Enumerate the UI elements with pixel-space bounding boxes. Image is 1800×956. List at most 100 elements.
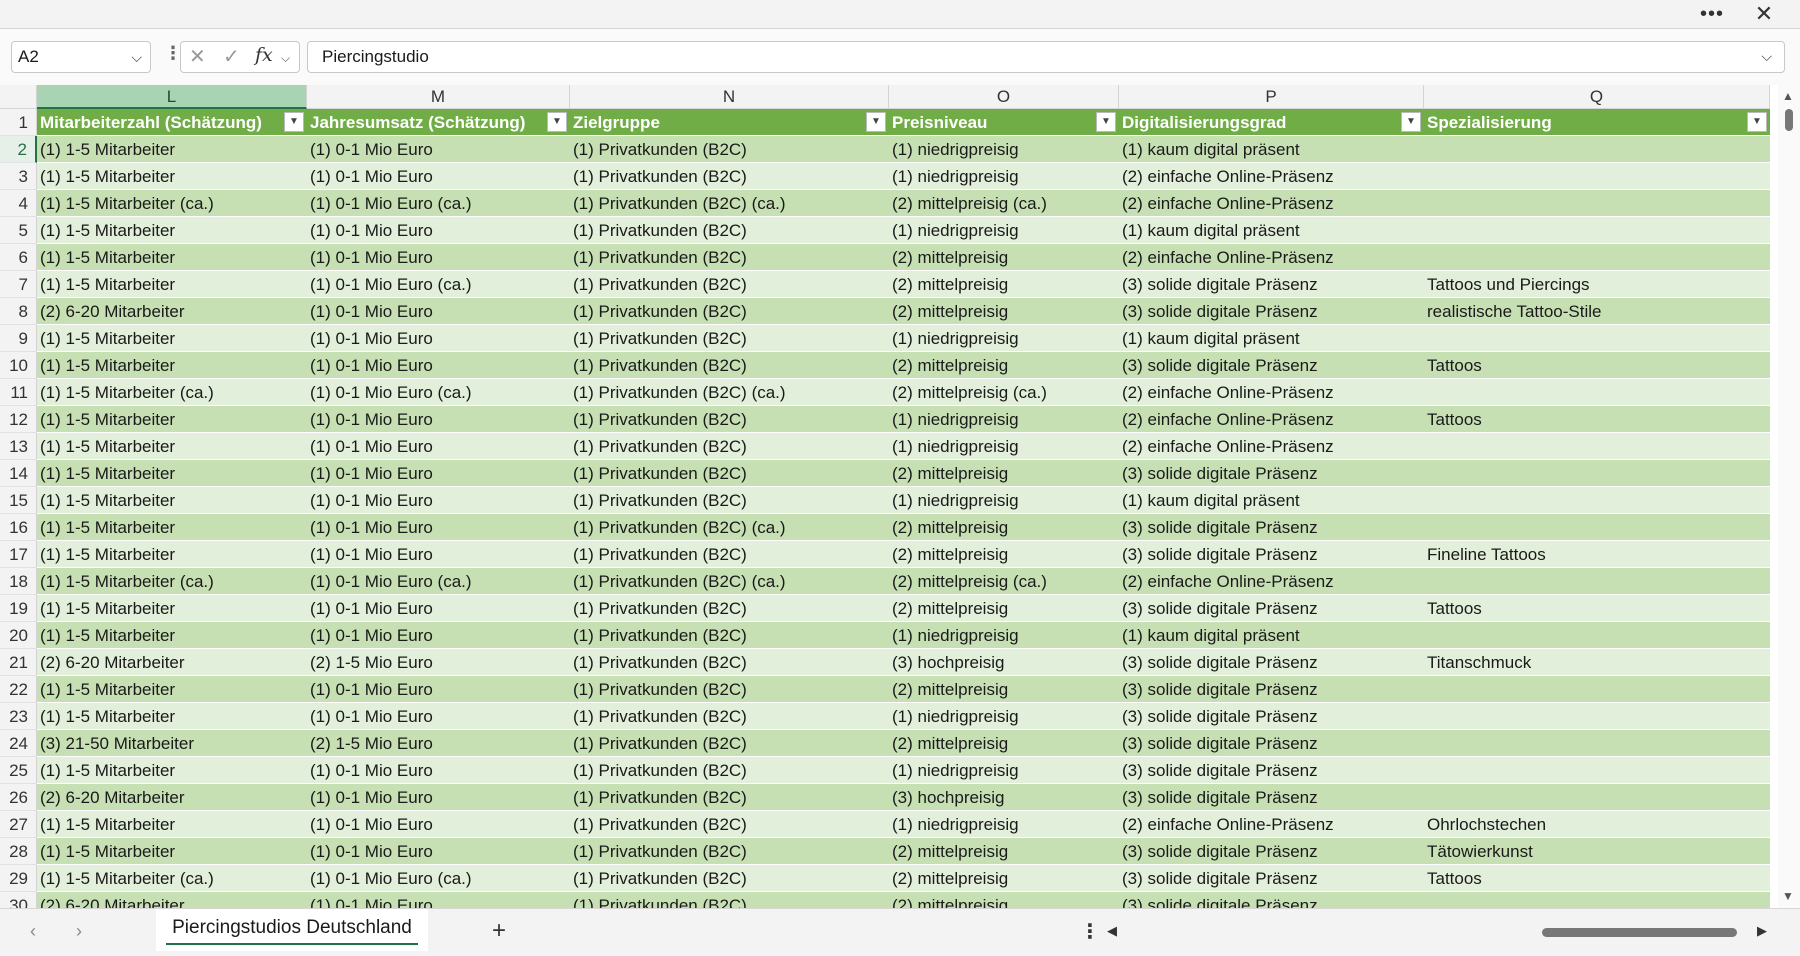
table-cell[interactable]: (1) niedrigpreisig bbox=[889, 163, 1119, 190]
table-cell[interactable] bbox=[1424, 622, 1770, 649]
scroll-left-icon[interactable]: ◀ bbox=[1107, 923, 1117, 939]
table-cell[interactable]: (1) 0-1 Mio Euro (ca.) bbox=[307, 568, 570, 595]
table-cell[interactable]: (1) 0-1 Mio Euro bbox=[307, 406, 570, 433]
table-cell[interactable]: (2) einfache Online-Präsenz bbox=[1119, 244, 1424, 271]
row-number[interactable]: 9 bbox=[0, 325, 37, 352]
table-cell[interactable]: (3) solide digitale Präsenz bbox=[1119, 892, 1424, 908]
row-number[interactable]: 21 bbox=[0, 649, 37, 676]
table-cell[interactable]: (2) mittelpreisig bbox=[889, 676, 1119, 703]
table-cell[interactable] bbox=[1424, 676, 1770, 703]
table-cell[interactable]: (1) niedrigpreisig bbox=[889, 811, 1119, 838]
table-cell[interactable]: Tattoos und Piercings bbox=[1424, 271, 1770, 298]
table-cell[interactable]: (3) solide digitale Präsenz bbox=[1119, 298, 1424, 325]
table-cell[interactable]: (2) 6-20 Mitarbeiter bbox=[37, 784, 307, 811]
table-header-cell[interactable]: Preisniveau bbox=[889, 109, 1095, 136]
table-cell[interactable]: Tattoos bbox=[1424, 865, 1770, 892]
table-cell[interactable]: (1) niedrigpreisig bbox=[889, 757, 1119, 784]
row-number[interactable]: 5 bbox=[0, 217, 37, 244]
row-number[interactable]: 1 bbox=[0, 109, 37, 136]
table-cell[interactable]: (2) mittelpreisig bbox=[889, 460, 1119, 487]
table-cell[interactable]: (1) 1-5 Mitarbeiter bbox=[37, 136, 307, 163]
table-cell[interactable]: (1) Privatkunden (B2C) bbox=[570, 271, 889, 298]
table-cell[interactable]: (1) Privatkunden (B2C) bbox=[570, 433, 889, 460]
scroll-down-icon[interactable]: ▼ bbox=[1782, 889, 1794, 903]
row-number[interactable]: 24 bbox=[0, 730, 37, 757]
table-cell[interactable]: (2) 6-20 Mitarbeiter bbox=[37, 298, 307, 325]
table-cell[interactable]: Fineline Tattoos bbox=[1424, 541, 1770, 568]
row-number[interactable]: 16 bbox=[0, 514, 37, 541]
table-cell[interactable]: (1) 0-1 Mio Euro bbox=[307, 838, 570, 865]
table-cell[interactable]: (1) 0-1 Mio Euro bbox=[307, 487, 570, 514]
table-cell[interactable]: (1) Privatkunden (B2C) bbox=[570, 163, 889, 190]
scroll-up-icon[interactable]: ▲ bbox=[1782, 89, 1794, 103]
table-cell[interactable] bbox=[1424, 568, 1770, 595]
filter-dropdown-icon[interactable]: ▼ bbox=[1096, 112, 1116, 132]
table-cell[interactable]: (1) Privatkunden (B2C) bbox=[570, 325, 889, 352]
table-cell[interactable]: (1) 1-5 Mitarbeiter bbox=[37, 838, 307, 865]
table-cell[interactable]: (1) niedrigpreisig bbox=[889, 622, 1119, 649]
column-header-m[interactable]: M bbox=[307, 85, 570, 109]
table-cell[interactable]: (1) Privatkunden (B2C) bbox=[570, 136, 889, 163]
row-number[interactable]: 28 bbox=[0, 838, 37, 865]
table-cell[interactable] bbox=[1424, 244, 1770, 271]
table-header-cell[interactable]: Spezialisierung bbox=[1424, 109, 1746, 136]
table-cell[interactable]: (2) mittelpreisig (ca.) bbox=[889, 379, 1119, 406]
table-cell[interactable]: (1) 0-1 Mio Euro bbox=[307, 676, 570, 703]
table-cell[interactable]: (1) kaum digital präsent bbox=[1119, 622, 1424, 649]
table-cell[interactable]: (1) Privatkunden (B2C) bbox=[570, 244, 889, 271]
table-cell[interactable] bbox=[1424, 784, 1770, 811]
table-cell[interactable] bbox=[1424, 757, 1770, 784]
vertical-scroll-thumb[interactable] bbox=[1785, 109, 1793, 131]
table-cell[interactable]: (1) 1-5 Mitarbeiter bbox=[37, 541, 307, 568]
table-cell[interactable]: (1) kaum digital präsent bbox=[1119, 217, 1424, 244]
table-cell[interactable]: (1) 0-1 Mio Euro (ca.) bbox=[307, 379, 570, 406]
table-cell[interactable]: (2) einfache Online-Präsenz bbox=[1119, 811, 1424, 838]
row-number[interactable]: 30 bbox=[0, 892, 37, 908]
table-cell[interactable]: (3) hochpreisig bbox=[889, 649, 1119, 676]
table-cell[interactable] bbox=[1424, 433, 1770, 460]
table-cell[interactable] bbox=[1424, 730, 1770, 757]
table-header-cell[interactable]: Digitalisierungsgrad bbox=[1119, 109, 1400, 136]
table-cell[interactable]: (2) einfache Online-Präsenz bbox=[1119, 379, 1424, 406]
more-options-icon[interactable]: ••• bbox=[1690, 0, 1734, 28]
table-cell[interactable]: (2) mittelpreisig bbox=[889, 352, 1119, 379]
table-cell[interactable]: (1) 0-1 Mio Euro bbox=[307, 622, 570, 649]
table-cell[interactable]: (1) Privatkunden (B2C) bbox=[570, 730, 889, 757]
row-number[interactable]: 26 bbox=[0, 784, 37, 811]
filter-dropdown-icon[interactable]: ▼ bbox=[866, 112, 886, 132]
table-cell[interactable]: (1) Privatkunden (B2C) bbox=[570, 838, 889, 865]
table-cell[interactable]: (1) niedrigpreisig bbox=[889, 703, 1119, 730]
table-cell[interactable]: (2) 1-5 Mio Euro bbox=[307, 649, 570, 676]
table-cell[interactable]: (1) Privatkunden (B2C) bbox=[570, 784, 889, 811]
row-number[interactable]: 2 bbox=[0, 136, 37, 163]
table-cell[interactable]: (3) hochpreisig bbox=[889, 784, 1119, 811]
table-cell[interactable]: (1) Privatkunden (B2C) (ca.) bbox=[570, 514, 889, 541]
table-cell[interactable]: (1) 1-5 Mitarbeiter bbox=[37, 244, 307, 271]
table-cell[interactable]: (2) einfache Online-Präsenz bbox=[1119, 433, 1424, 460]
table-header-cell[interactable]: Zielgruppe bbox=[570, 109, 865, 136]
row-number[interactable]: 3 bbox=[0, 163, 37, 190]
table-cell[interactable]: (3) 21-50 Mitarbeiter bbox=[37, 730, 307, 757]
table-cell[interactable]: (2) einfache Online-Präsenz bbox=[1119, 568, 1424, 595]
sheet-tab-piercingstudios[interactable]: Piercingstudios Deutschland bbox=[156, 909, 428, 951]
table-cell[interactable] bbox=[1424, 136, 1770, 163]
table-cell[interactable]: Ohrlochstechen bbox=[1424, 811, 1770, 838]
table-cell[interactable]: (1) 1-5 Mitarbeiter bbox=[37, 460, 307, 487]
table-cell[interactable]: (2) mittelpreisig bbox=[889, 271, 1119, 298]
table-cell[interactable]: (1) Privatkunden (B2C) (ca.) bbox=[570, 568, 889, 595]
table-cell[interactable]: (1) Privatkunden (B2C) bbox=[570, 865, 889, 892]
table-cell[interactable]: (1) 0-1 Mio Euro bbox=[307, 595, 570, 622]
table-cell[interactable]: (1) Privatkunden (B2C) bbox=[570, 595, 889, 622]
table-cell[interactable]: (3) solide digitale Präsenz bbox=[1119, 757, 1424, 784]
table-cell[interactable]: (1) niedrigpreisig bbox=[889, 217, 1119, 244]
table-cell[interactable] bbox=[1424, 460, 1770, 487]
row-number[interactable]: 11 bbox=[0, 379, 37, 406]
table-cell[interactable]: (1) 0-1 Mio Euro bbox=[307, 514, 570, 541]
table-cell[interactable]: (1) 0-1 Mio Euro bbox=[307, 244, 570, 271]
filter-dropdown-icon[interactable]: ▼ bbox=[547, 112, 567, 132]
table-cell[interactable]: (2) mittelpreisig bbox=[889, 244, 1119, 271]
table-cell[interactable]: (2) mittelpreisig bbox=[889, 541, 1119, 568]
chevron-left-icon[interactable]: ‹ bbox=[30, 921, 36, 942]
column-header-o[interactable]: O bbox=[889, 85, 1119, 109]
table-cell[interactable]: (1) 0-1 Mio Euro bbox=[307, 352, 570, 379]
